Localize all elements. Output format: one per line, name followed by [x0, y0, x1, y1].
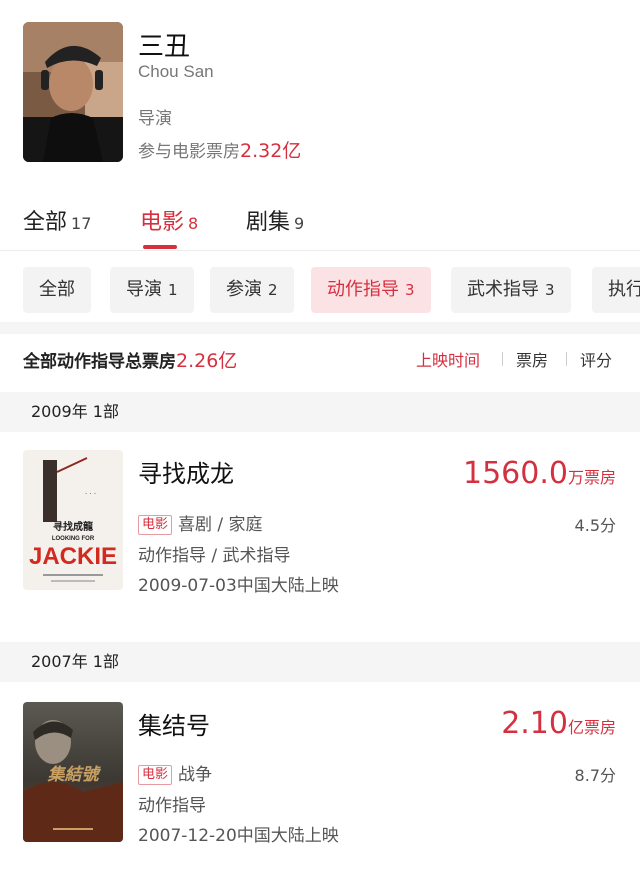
type-tag: 电影 — [138, 515, 173, 535]
tab-series-count: 9 — [294, 214, 305, 233]
movie-release-date: 2009-07-03中国大陆上映 — [138, 576, 339, 596]
filter-chip-count: 3 — [405, 281, 415, 299]
tab-movies-label: 电影 — [140, 210, 185, 235]
person-name: 三丑 — [138, 32, 191, 62]
filter-chip-all[interactable]: 全部 — [23, 267, 91, 313]
tab-all-label: 全部 — [23, 210, 68, 235]
year-header: 2007年 1部 — [0, 642, 640, 682]
box-office-unit: 亿票房 — [567, 718, 616, 737]
poster-cast-credits: · · · — [85, 490, 96, 498]
box-office-label: 参与电影票房 — [138, 142, 240, 162]
sort-divider — [566, 352, 567, 366]
person-avatar[interactable] — [23, 22, 123, 162]
filter-chip-label: 武术指导 — [467, 279, 539, 300]
main-tabs: 全部 17 电影 8 剧集 9 — [0, 196, 640, 251]
person-name-english: Chou San — [138, 62, 214, 81]
summary-total: 全部动作指导总票房2.26亿 — [23, 346, 237, 373]
filter-chip-count: 3 — [545, 281, 555, 299]
movie-genre-line: 电影 战争 — [138, 760, 212, 785]
tab-all-count: 17 — [71, 214, 92, 233]
tab-series[interactable]: 剧集 9 — [246, 204, 304, 236]
summary-bar: 全部动作指导总票房2.26亿 上映时间 票房 评分 — [0, 334, 640, 382]
tab-series-label: 剧集 — [246, 210, 291, 235]
person-box-office: 参与电影票房2.32亿 — [138, 136, 301, 163]
movie-title[interactable]: 集结号 — [138, 706, 210, 741]
sort-by-box-office[interactable]: 票房 — [516, 347, 548, 371]
movie-genre: 喜剧 / 家庭 — [178, 515, 263, 535]
filter-chip-action-director[interactable]: 动作指导 3 — [311, 267, 431, 313]
filter-chip-martial-arts[interactable]: 武术指导 3 — [451, 267, 571, 313]
poster-title-cn: 寻找成龍 — [53, 520, 93, 533]
movie-jobs: 动作指导 / 武术指导 — [138, 546, 291, 566]
box-office-value: 2.32亿 — [240, 140, 302, 162]
movie-item[interactable]: 集結號 集结号 2.10亿票房 电影 战争 8.7分 动作指导 2007-12-2… — [0, 682, 640, 852]
box-office-unit: 万票房 — [567, 468, 616, 487]
movie-score: 8.7分 — [574, 766, 616, 785]
person-header: 三丑 Chou San 导演 参与电影票房2.32亿 — [0, 0, 640, 185]
movie-jobs: 动作指导 — [138, 796, 206, 816]
filter-chip-actor[interactable]: 参演 2 — [210, 267, 294, 313]
filter-chip-count: 2 — [268, 281, 278, 299]
filter-chip-label: 全部 — [39, 279, 75, 300]
filter-chip-count: 1 — [168, 281, 178, 299]
sort-by-release[interactable]: 上映时间 — [416, 347, 480, 371]
filter-chip-label: 参演 — [226, 279, 262, 300]
summary-value: 2.26亿 — [176, 350, 238, 372]
year-header: 2009年 1部 — [0, 392, 640, 432]
filter-chip-director[interactable]: 导演 1 — [110, 267, 194, 313]
movie-box-office: 2.10亿票房 — [501, 706, 616, 741]
poster-subtitle: LOOKING FOR — [52, 536, 95, 542]
movie-poster[interactable]: 集結號 — [23, 702, 123, 842]
role-filter-bar: 全部 导演 1 参演 2 动作指导 3 武术指导 3 执行 — [0, 262, 640, 320]
movie-poster[interactable]: · · · 寻找成龍 LOOKING FOR JACKIE — [23, 450, 123, 590]
movie-title[interactable]: 寻找成龙 — [138, 454, 234, 489]
summary-label: 全部动作指导总票房 — [23, 352, 176, 372]
type-tag: 电影 — [138, 765, 173, 785]
poster-title: 集結號 — [47, 765, 102, 785]
movie-genre: 战争 — [178, 765, 213, 785]
poster-title-en: JACKIE — [29, 543, 117, 570]
box-office-number: 2.10 — [501, 706, 568, 741]
movie-genre-line: 电影 喜剧 / 家庭 — [138, 510, 263, 535]
filter-chip-label: 导演 — [126, 279, 162, 300]
filter-chip-label: 执行 — [608, 279, 640, 300]
sort-divider — [502, 352, 503, 366]
person-role: 导演 — [138, 109, 172, 129]
tab-all[interactable]: 全部 17 — [23, 204, 91, 236]
tab-movies[interactable]: 电影 8 — [140, 204, 198, 236]
filter-chip-label: 动作指导 — [327, 279, 399, 300]
sort-by-score[interactable]: 评分 — [580, 347, 612, 371]
box-office-number: 1560.0 — [463, 456, 568, 491]
tab-movies-count: 8 — [188, 214, 199, 233]
movie-score: 4.5分 — [574, 516, 616, 535]
movie-box-office: 1560.0万票房 — [463, 456, 616, 491]
section-divider — [0, 322, 640, 334]
active-tab-indicator — [143, 245, 177, 249]
movie-item[interactable]: · · · 寻找成龍 LOOKING FOR JACKIE 寻找成龙 1560.… — [0, 432, 640, 602]
filter-chip-executive[interactable]: 执行 — [592, 267, 640, 313]
movie-release-date: 2007-12-20中国大陆上映 — [138, 826, 339, 846]
